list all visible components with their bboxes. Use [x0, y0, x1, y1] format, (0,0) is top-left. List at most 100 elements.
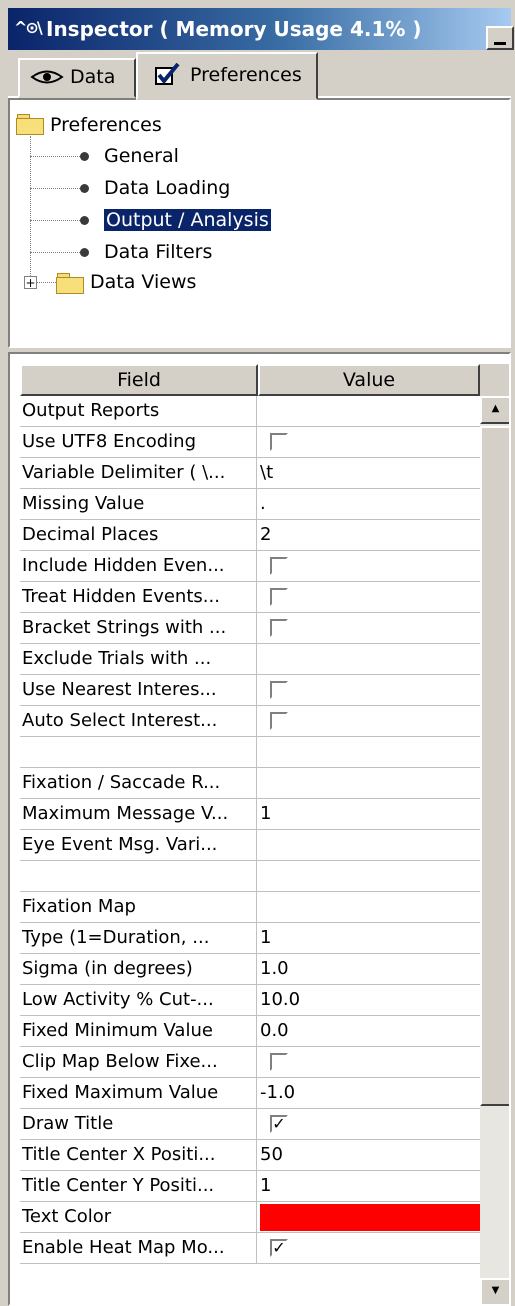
field-cell: Missing Value: [22, 489, 257, 519]
color-swatch[interactable]: [260, 1204, 480, 1231]
tree-item-label: General: [104, 145, 179, 167]
minimize-button[interactable]: [486, 26, 514, 50]
table-row[interactable]: Decimal Places 2: [20, 520, 480, 551]
table-row[interactable]: Auto Select Interest...: [20, 706, 480, 737]
table-row[interactable]: Title Center X Positi... 50: [20, 1140, 480, 1171]
value-cell[interactable]: 1: [260, 799, 480, 829]
tree-connector: [30, 188, 80, 189]
field-cell: Eye Event Msg. Vari...: [22, 830, 257, 860]
table-row[interactable]: Output Reports: [20, 396, 480, 427]
checkbox[interactable]: [270, 557, 288, 575]
table-row[interactable]: Title Center Y Positi... 1: [20, 1171, 480, 1202]
field-cell: Type (1=Duration, ...: [22, 923, 257, 953]
value-cell[interactable]: 1.0: [260, 954, 480, 984]
table-row[interactable]: Bracket Strings with ...: [20, 613, 480, 644]
checkbox[interactable]: ✓: [270, 1239, 288, 1257]
value-cell[interactable]: [260, 613, 480, 643]
field-cell: Fixation Map: [22, 892, 257, 922]
table-row[interactable]: Maximum Message V... 1: [20, 799, 480, 830]
tree-connector: [30, 252, 80, 253]
table-row[interactable]: Use UTF8 Encoding: [20, 427, 480, 458]
table-row[interactable]: Draw Title ✓: [20, 1109, 480, 1140]
field-cell: Use Nearest Interes...: [22, 675, 257, 705]
checkbox[interactable]: [270, 681, 288, 699]
value-cell[interactable]: [260, 768, 480, 798]
table-row[interactable]: Treat Hidden Events...: [20, 582, 480, 613]
value-cell[interactable]: [260, 1202, 480, 1232]
tab-data[interactable]: Data: [18, 58, 136, 98]
folder-open-icon: [16, 114, 44, 135]
table-row[interactable]: Clip Map Below Fixe...: [20, 1047, 480, 1078]
table-row[interactable]: Use Nearest Interes...: [20, 675, 480, 706]
value-cell[interactable]: [260, 892, 480, 922]
scroll-down-icon[interactable]: ▼: [480, 1278, 509, 1304]
field-cell: Clip Map Below Fixe...: [22, 1047, 257, 1077]
value-cell[interactable]: [260, 644, 480, 674]
table-row[interactable]: Type (1=Duration, ... 1: [20, 923, 480, 954]
column-header-value[interactable]: Value: [258, 364, 480, 396]
value-cell[interactable]: [260, 737, 480, 767]
tab-preferences[interactable]: Preferences: [136, 52, 318, 100]
value-cell[interactable]: .: [260, 489, 480, 519]
value-cell[interactable]: [260, 675, 480, 705]
checkbox[interactable]: [270, 588, 288, 606]
table-row[interactable]: Fixation Map: [20, 892, 480, 923]
inspector-window: ^⊙\ Inspector ( Memory Usage 4.1% ) Data: [0, 0, 515, 1306]
value-cell[interactable]: -1.0: [260, 1078, 480, 1108]
table-row[interactable]: Fixation / Saccade R...: [20, 768, 480, 799]
table-row[interactable]: [20, 861, 480, 892]
value-cell[interactable]: [260, 830, 480, 860]
table-row[interactable]: Fixed Minimum Value 0.0: [20, 1016, 480, 1047]
value-cell[interactable]: ✓: [260, 1233, 480, 1263]
property-rows: Output Reports Use UTF8 Encoding Variable …: [20, 396, 480, 1264]
vertical-scrollbar[interactable]: ▲ ▼: [480, 396, 509, 1304]
value-cell[interactable]: 10.0: [260, 985, 480, 1015]
table-row[interactable]: Exclude Trials with ...: [20, 644, 480, 675]
title-bar[interactable]: ^⊙\ Inspector ( Memory Usage 4.1% ): [8, 8, 514, 50]
value-cell[interactable]: 0.0: [260, 1016, 480, 1046]
value-cell[interactable]: [260, 582, 480, 612]
checkbox[interactable]: [270, 433, 288, 451]
field-cell: Variable Delimiter ( \...: [22, 458, 257, 488]
value-cell[interactable]: [260, 861, 480, 891]
checkbox[interactable]: ✓: [270, 1115, 288, 1133]
value-cell[interactable]: 50: [260, 1140, 480, 1170]
table-row[interactable]: Enable Heat Map Mo... ✓: [20, 1233, 480, 1264]
scroll-up-icon[interactable]: ▲: [480, 396, 509, 424]
value-cell[interactable]: [260, 427, 480, 457]
table-row[interactable]: Fixed Maximum Value -1.0: [20, 1078, 480, 1109]
table-row[interactable]: Low Activity % Cut-... 10.0: [20, 985, 480, 1016]
table-row[interactable]: Variable Delimiter ( \... \t: [20, 458, 480, 489]
scroll-thumb[interactable]: [480, 426, 509, 1106]
value-cell[interactable]: [260, 551, 480, 581]
field-cell: Draw Title: [22, 1109, 257, 1139]
tree-connector: [30, 220, 80, 221]
checkbox[interactable]: [270, 1053, 288, 1071]
bullet-icon: [80, 184, 89, 193]
value-cell[interactable]: [260, 1047, 480, 1077]
checkbox[interactable]: [270, 712, 288, 730]
table-row[interactable]: [20, 737, 480, 768]
table-row[interactable]: Include Hidden Even...: [20, 551, 480, 582]
table-row[interactable]: Text Color: [20, 1202, 480, 1233]
value-cell[interactable]: [260, 396, 480, 426]
field-cell: Sigma (in degrees): [22, 954, 257, 984]
bullet-icon: [80, 216, 89, 225]
field-cell: Title Center Y Positi...: [22, 1171, 257, 1201]
value-cell[interactable]: [260, 706, 480, 736]
checkbox[interactable]: [270, 619, 288, 637]
column-header-field[interactable]: Field: [20, 364, 258, 396]
value-cell[interactable]: \t: [260, 458, 480, 488]
preferences-tree[interactable]: Preferences General Data Loading Output …: [8, 98, 511, 348]
table-row[interactable]: Missing Value.: [20, 489, 480, 520]
value-cell[interactable]: 1: [260, 1171, 480, 1201]
folder-icon: [56, 273, 84, 294]
field-cell: Auto Select Interest...: [22, 706, 257, 736]
expand-icon[interactable]: +: [24, 276, 37, 289]
value-cell[interactable]: 2: [260, 520, 480, 550]
tree-item-label: Data Loading: [104, 177, 231, 199]
table-row[interactable]: Eye Event Msg. Vari...: [20, 830, 480, 861]
value-cell[interactable]: 1: [260, 923, 480, 953]
value-cell[interactable]: ✓: [260, 1109, 480, 1139]
table-row[interactable]: Sigma (in degrees) 1.0: [20, 954, 480, 985]
